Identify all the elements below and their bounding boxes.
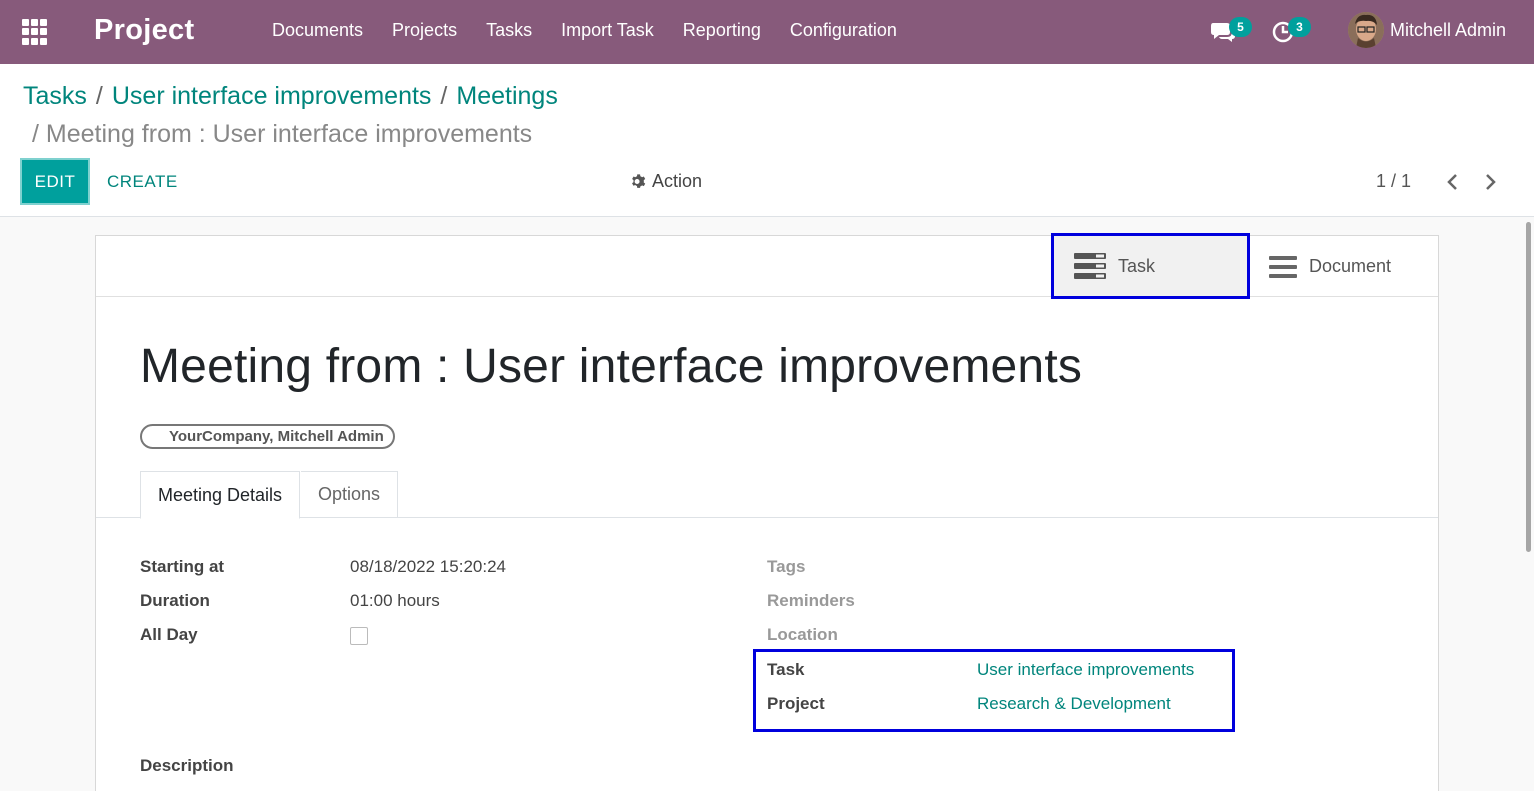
breadcrumb-separator: / xyxy=(440,82,448,110)
chevron-left-icon[interactable] xyxy=(1444,172,1462,192)
breadcrumb-separator: / xyxy=(32,120,39,148)
pager-value[interactable]: 1 / 1 xyxy=(1376,171,1411,192)
apps-menu-icon[interactable] xyxy=(22,19,48,45)
breadcrumb: Tasks / User interface improvements / Meetin… xyxy=(23,82,558,111)
menu-item-tasks[interactable]: Tasks xyxy=(486,20,532,41)
action-label: Action xyxy=(652,171,703,191)
breadcrumb-current: Meeting from : User interface improvemen… xyxy=(45,120,533,148)
duration-label: Duration xyxy=(140,591,210,610)
create-button[interactable]: CREATE xyxy=(107,172,178,192)
task-smart-button-label: Task xyxy=(1118,255,1156,276)
activity-count-badge: 3 xyxy=(1288,17,1311,37)
starting-at-value: 08/18/2022 15:20:24 xyxy=(350,557,506,576)
breadcrumb-current-line: / Meeting from : User interface improvem… xyxy=(32,120,532,149)
avatar[interactable] xyxy=(1348,12,1384,48)
all-day-label: All Day xyxy=(140,625,198,644)
task-smart-button[interactable]: Task xyxy=(1051,233,1250,299)
top-navbar: Project Documents Projects Tasks Import … xyxy=(0,0,1534,64)
edit-button[interactable]: EDIT xyxy=(20,158,90,205)
project-field-label: Project xyxy=(767,694,825,713)
menu-item-import-task[interactable]: Import Task xyxy=(561,20,654,41)
task-field-link[interactable]: User interface improvements xyxy=(977,660,1194,680)
menu-item-projects[interactable]: Projects xyxy=(392,20,457,41)
breadcrumb-separator: / xyxy=(95,82,103,110)
attendees-tag[interactable]: YourCompany, Mitchell Admin xyxy=(140,424,395,449)
description-label: Description xyxy=(140,756,234,775)
action-dropdown[interactable]: Action xyxy=(630,171,702,192)
reminders-label: Reminders xyxy=(767,591,855,610)
task-icon xyxy=(1074,253,1106,279)
vertical-scrollbar[interactable] xyxy=(1526,222,1531,552)
menu-item-documents[interactable]: Documents xyxy=(272,20,363,41)
tab-options[interactable]: Options xyxy=(301,471,399,518)
record-title: Meeting from : User interface improvemen… xyxy=(140,340,1083,393)
app-brand[interactable]: Project xyxy=(94,14,194,47)
smart-button-box: Task Document xyxy=(96,233,1438,299)
tags-label: Tags xyxy=(767,557,806,576)
breadcrumb-task[interactable]: User interface improvements xyxy=(112,82,432,110)
tab-meeting-details[interactable]: Meeting Details xyxy=(140,471,301,519)
task-field-label: Task xyxy=(767,660,805,679)
chevron-right-icon[interactable] xyxy=(1481,172,1499,192)
document-smart-button-label: Document xyxy=(1309,256,1392,276)
starting-at-label: Starting at xyxy=(140,557,225,576)
breadcrumb-meetings[interactable]: Meetings xyxy=(456,82,557,110)
list-icon xyxy=(1269,255,1297,278)
breadcrumb-tasks[interactable]: Tasks xyxy=(23,82,87,110)
location-label: Location xyxy=(767,625,838,644)
form-sheet: Task Document Meeting from : User interf… xyxy=(95,233,1439,791)
document-smart-button[interactable]: Document xyxy=(1266,236,1436,297)
notebook-tabs: Meeting Details Options xyxy=(96,471,1438,519)
duration-value: 01:00 hours xyxy=(350,591,440,610)
gear-icon xyxy=(632,174,646,188)
main-menu: Documents Projects Tasks Import Task Rep… xyxy=(272,20,926,41)
menu-item-configuration[interactable]: Configuration xyxy=(790,20,897,41)
project-field-link[interactable]: Research & Development xyxy=(977,694,1171,714)
control-panel: Tasks / User interface improvements / Meetin… xyxy=(0,64,1534,217)
all-day-checkbox[interactable] xyxy=(350,627,368,645)
chat-count-badge: 5 xyxy=(1229,17,1252,37)
user-menu[interactable]: Mitchell Admin xyxy=(1390,20,1506,41)
menu-item-reporting[interactable]: Reporting xyxy=(683,20,761,41)
